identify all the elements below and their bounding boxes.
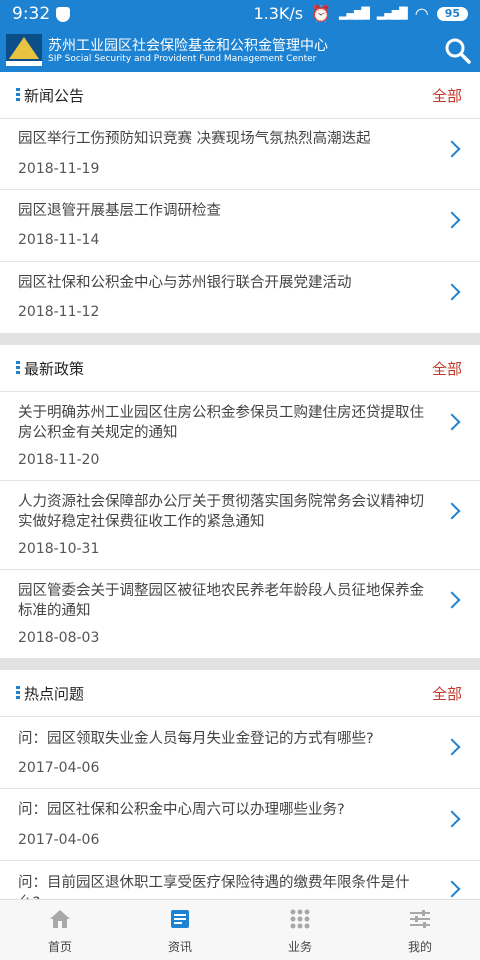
shield-icon (56, 7, 70, 22)
item-title: 问：园区领取失业金人员每月失业金登记的方式有哪些? (18, 731, 374, 747)
item-title: 园区社保和公积金中心与苏州银行联合开展党建活动 (18, 275, 352, 291)
grid-icon (290, 909, 310, 929)
tab-label: 资讯 (167, 940, 192, 954)
home-icon (50, 910, 70, 928)
item-title: 园区举行工伤预防知识竞赛 决赛现场气氛热烈高潮迭起 (18, 131, 371, 147)
wifi-icon: ◠ (414, 4, 429, 23)
section-header-faq: 热点问题 全部 (0, 670, 480, 717)
item-date: 2017-04-06 (18, 832, 100, 848)
item-title: 问：园区社保和公积金中心周六可以办理哪些业务? (18, 802, 345, 818)
tab-label: 我的 (407, 940, 432, 954)
tab-home[interactable]: 首页 (0, 900, 120, 960)
item-date: 2018-11-19 (18, 161, 100, 177)
battery-badge: 95 (436, 6, 468, 21)
item-title: 园区管委会关于调整园区被征地农民养老年龄段人员征地保养金标准的通知 (18, 583, 424, 619)
section-header-policy: 最新政策 全部 (0, 345, 480, 392)
search-icon[interactable] (444, 37, 472, 65)
chevron-right-icon (443, 880, 461, 898)
item-title: 园区退管开展基层工作调研检查 (18, 203, 221, 219)
chevron-right-icon (443, 738, 461, 756)
bottom-tab-bar: 首页 资讯 业务 我的 (0, 899, 480, 960)
view-all-link[interactable]: 全部 (432, 683, 462, 704)
list-item[interactable]: 园区举行工伤预防知识竞赛 决赛现场气氛热烈高潮迭起 2018-11-19 (0, 119, 480, 190)
list-item[interactable]: 关于明确苏州工业园区住房公积金参保员工购建住房还贷提取住房公积金有关规定的通知 … (0, 392, 480, 481)
chevron-right-icon (443, 591, 461, 609)
section-title: 新闻公告 (24, 87, 85, 105)
view-all-link[interactable]: 全部 (432, 358, 462, 379)
list-item[interactable]: 园区社保和公积金中心与苏州银行联合开展党建活动 2018-11-12 (0, 262, 480, 333)
section-marker-icon (16, 686, 20, 700)
item-title: 关于明确苏州工业园区住房公积金参保员工购建住房还贷提取住房公积金有关规定的通知 (18, 405, 424, 441)
item-date: 2018-11-12 (18, 304, 100, 320)
alarm-icon: ⏰ (311, 4, 332, 23)
section-divider (0, 658, 480, 670)
list-item[interactable]: 园区管委会关于调整园区被征地农民养老年龄段人员征地保养金标准的通知 2018-0… (0, 570, 480, 658)
sliders-icon (410, 910, 430, 928)
chevron-right-icon (443, 413, 461, 431)
list-item[interactable]: 问：园区社保和公积金中心周六可以办理哪些业务? 2017-04-06 (0, 789, 480, 861)
list-item[interactable]: 问：目前园区退休职工享受医疗保险待遇的缴费年限条件是什么? (0, 861, 480, 900)
network-speed: 1.3K/s (253, 4, 304, 23)
app-header: 苏州工业园区社会保险基金和公积金管理中心 SIP Social Security… (0, 30, 480, 72)
chevron-right-icon (443, 211, 461, 229)
news-icon (171, 910, 189, 928)
signal-icon: ▂▄▆█ (339, 7, 370, 20)
header-title: 苏州工业园区社会保险基金和公积金管理中心 (48, 38, 328, 54)
tab-business[interactable]: 业务 (240, 900, 360, 960)
section-title: 热点问题 (24, 685, 85, 703)
status-right: 1.3K/s ⏰ ▂▄▆█ ▂▄▆█ ◠ 95 (253, 4, 468, 23)
list-item[interactable]: 园区退管开展基层工作调研检查 2018-11-14 (0, 190, 480, 262)
chevron-right-icon (443, 140, 461, 158)
tab-label: 业务 (287, 940, 312, 954)
tab-mine[interactable]: 我的 (360, 900, 480, 960)
section-divider (0, 333, 480, 345)
list-item[interactable]: 人力资源社会保障部办公厅关于贯彻落实国务院常务会议精神切实做好稳定社保费征收工作… (0, 481, 480, 570)
chevron-right-icon (443, 283, 461, 301)
item-date: 2018-11-20 (18, 452, 100, 468)
tab-news[interactable]: 资讯 (120, 900, 240, 960)
section-header-news: 新闻公告 全部 (0, 72, 480, 119)
status-bar: 9:32 1.3K/s ⏰ ▂▄▆█ ▂▄▆█ ◠ 95 (0, 0, 480, 30)
view-all-link[interactable]: 全部 (432, 85, 462, 106)
section-marker-icon (16, 88, 20, 102)
item-title: 人力资源社会保障部办公厅关于贯彻落实国务院常务会议精神切实做好稳定社保费征收工作… (18, 494, 424, 530)
chevron-right-icon (443, 502, 461, 520)
list-item[interactable]: 问：园区领取失业金人员每月失业金登记的方式有哪些? 2017-04-06 (0, 717, 480, 789)
item-date: 2018-10-31 (18, 541, 100, 557)
item-date: 2018-11-14 (18, 232, 100, 248)
item-date: 2017-04-06 (18, 760, 100, 776)
logo-icon (6, 34, 42, 66)
header-subtitle: SIP Social Security and Provident Fund M… (48, 54, 317, 64)
section-title: 最新政策 (24, 360, 85, 378)
tab-label: 首页 (47, 940, 72, 954)
chevron-right-icon (443, 810, 461, 828)
item-title: 问：目前园区退休职工享受医疗保险待遇的缴费年限条件是什么? (18, 875, 410, 900)
signal-icon-2: ▂▄▆█ (376, 7, 408, 20)
item-date: 2018-08-03 (18, 630, 100, 646)
status-time: 9:32 (12, 4, 51, 24)
section-marker-icon (16, 361, 20, 375)
